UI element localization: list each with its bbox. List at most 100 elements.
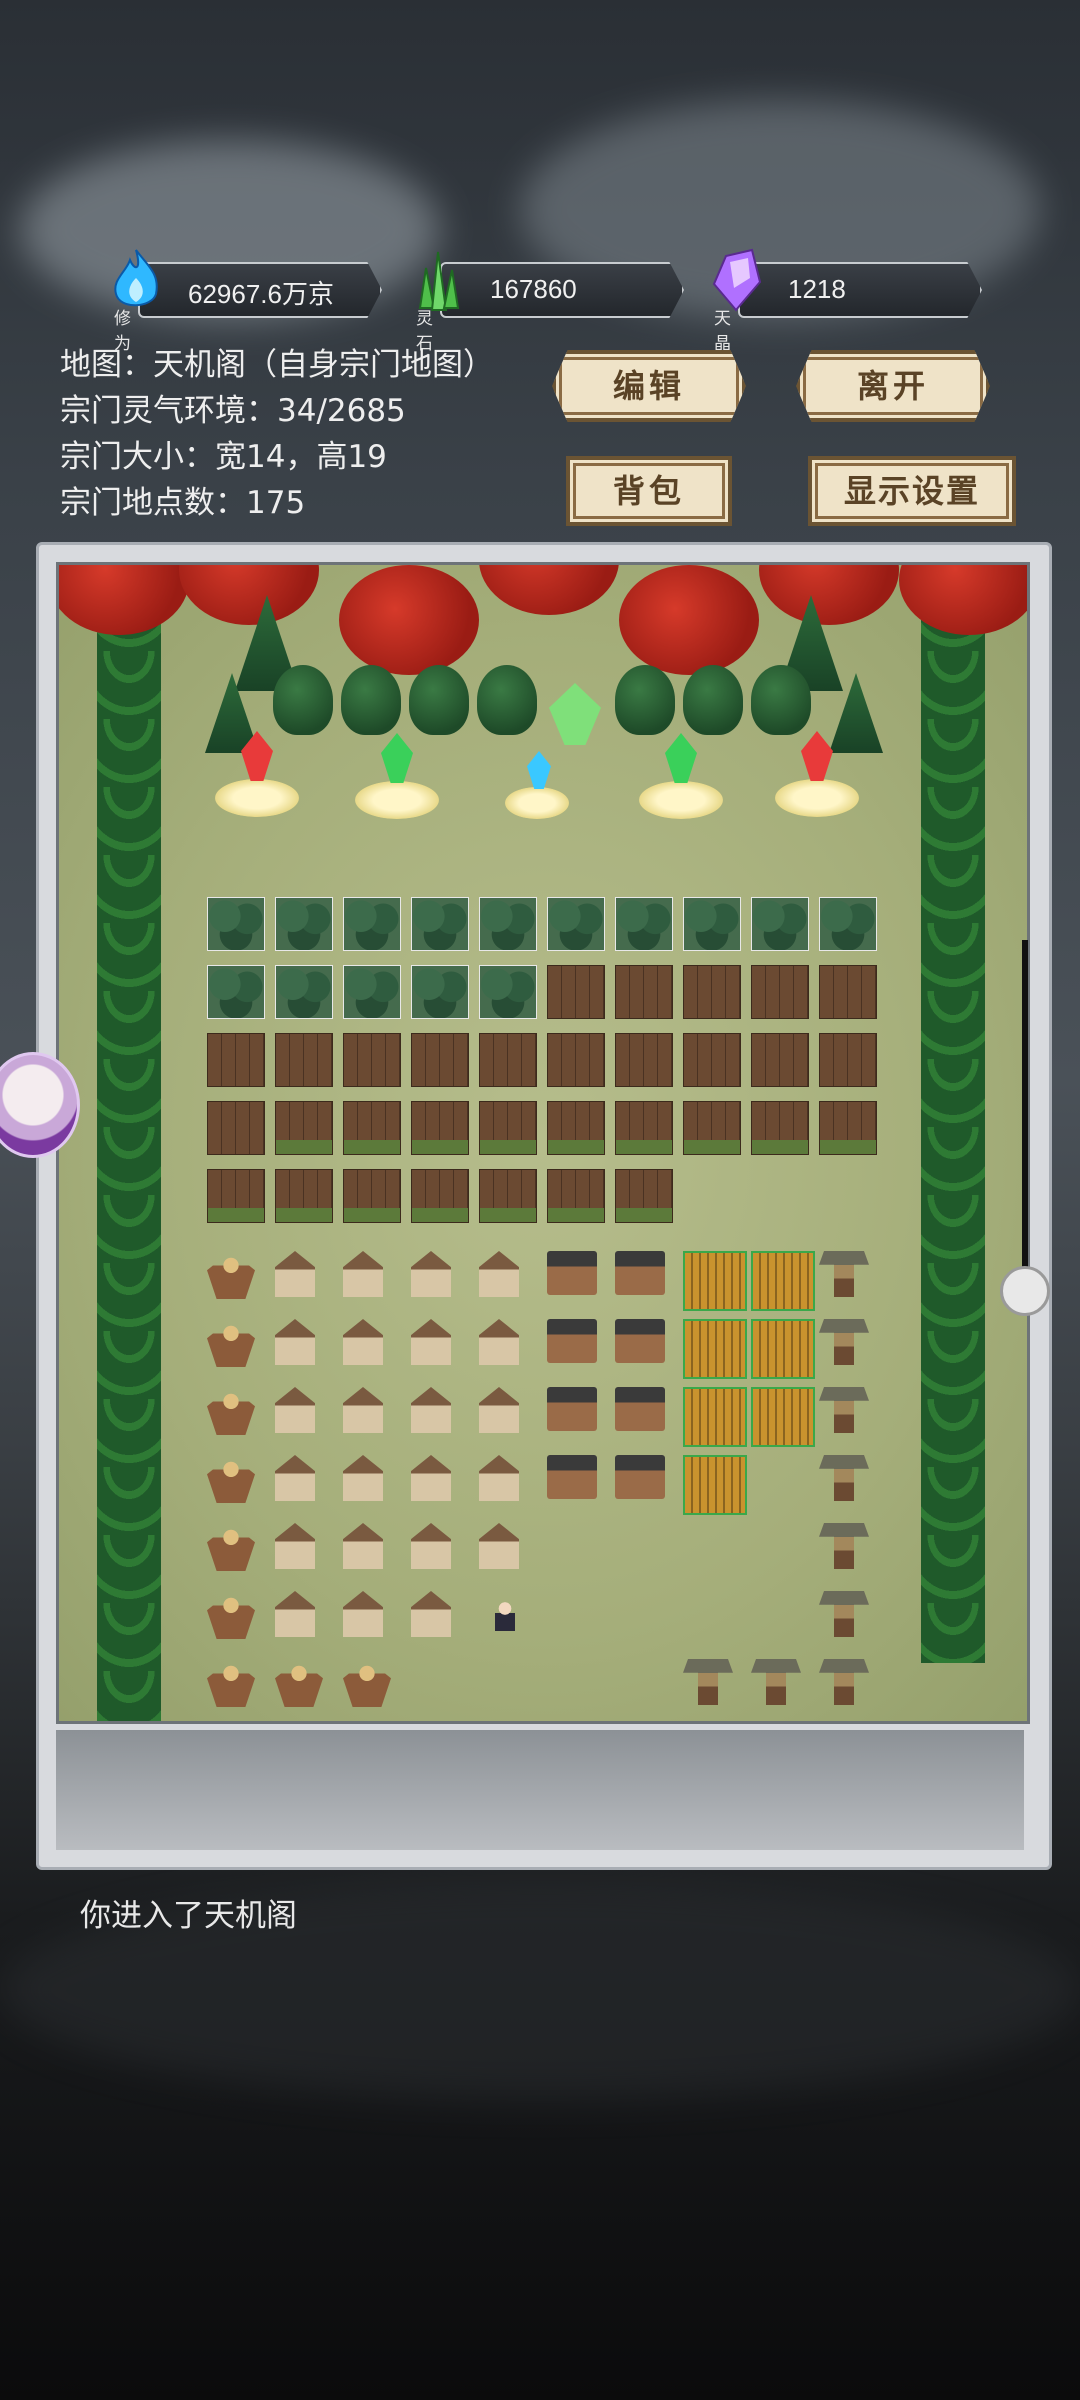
forest-plot[interactable] [343,897,401,951]
forest-plot[interactable] [683,897,741,951]
sprout-plot[interactable] [275,1101,333,1155]
sect-map[interactable] [56,562,1030,1724]
soil-plot[interactable] [547,1033,605,1087]
forest-plot[interactable] [411,965,469,1019]
house-building[interactable] [275,1523,315,1569]
shrine-building[interactable] [207,1319,255,1367]
pagoda-building[interactable] [819,1455,869,1501]
hall-building[interactable] [547,1455,597,1499]
house-building[interactable] [479,1251,519,1297]
house-building[interactable] [411,1319,451,1365]
shrine-building[interactable] [207,1251,255,1299]
forest-plot[interactable] [479,965,537,1019]
sprout-plot[interactable] [411,1101,469,1155]
soil-plot[interactable] [275,1033,333,1087]
pagoda-building[interactable] [819,1659,869,1705]
display-settings-button[interactable]: 显示设置 [808,456,1016,526]
wheat-field[interactable] [683,1387,747,1447]
forest-plot[interactable] [411,897,469,951]
shrine-building[interactable] [275,1659,323,1707]
soil-plot[interactable] [479,1033,537,1087]
forest-plot[interactable] [207,965,265,1019]
shrine-building[interactable] [207,1523,255,1571]
hall-building[interactable] [547,1319,597,1363]
house-building[interactable] [411,1523,451,1569]
wheat-field[interactable] [683,1455,747,1515]
shrine-building[interactable] [207,1591,255,1639]
soil-plot[interactable] [683,1033,741,1087]
sprout-plot[interactable] [343,1169,401,1223]
pagoda-building[interactable] [751,1659,801,1705]
soil-plot[interactable] [819,1033,877,1087]
forest-plot[interactable] [819,897,877,951]
hall-building[interactable] [547,1387,597,1431]
wheat-field[interactable] [683,1251,747,1311]
house-building[interactable] [275,1251,315,1297]
soil-plot[interactable] [683,965,741,1019]
soil-plot[interactable] [411,1033,469,1087]
disciple-figure[interactable] [495,1601,515,1631]
pagoda-building[interactable] [683,1659,733,1705]
shrine-building[interactable] [207,1455,255,1503]
pagoda-building[interactable] [819,1523,869,1569]
house-building[interactable] [275,1591,315,1637]
soil-plot[interactable] [207,1101,265,1155]
sprout-plot[interactable] [479,1169,537,1223]
sprout-plot[interactable] [751,1101,809,1155]
pagoda-building[interactable] [819,1319,869,1365]
soil-plot[interactable] [819,965,877,1019]
house-building[interactable] [411,1387,451,1433]
house-building[interactable] [343,1523,383,1569]
house-building[interactable] [343,1251,383,1297]
shrine-building[interactable] [343,1659,391,1707]
house-building[interactable] [479,1455,519,1501]
house-building[interactable] [411,1591,451,1637]
forest-plot[interactable] [547,897,605,951]
house-building[interactable] [343,1319,383,1365]
sprout-plot[interactable] [615,1101,673,1155]
sprout-plot[interactable] [819,1101,877,1155]
bag-button[interactable]: 背包 [566,456,732,526]
hall-building[interactable] [547,1251,597,1295]
sprout-plot[interactable] [683,1101,741,1155]
soil-plot[interactable] [547,965,605,1019]
zoom-slider-knob[interactable] [1000,1266,1050,1316]
hall-building[interactable] [615,1251,665,1295]
forest-plot[interactable] [275,897,333,951]
sprout-plot[interactable] [547,1169,605,1223]
wheat-field[interactable] [751,1387,815,1447]
house-building[interactable] [343,1387,383,1433]
house-building[interactable] [275,1319,315,1365]
forest-plot[interactable] [343,965,401,1019]
house-building[interactable] [479,1523,519,1569]
sprout-plot[interactable] [479,1101,537,1155]
sprout-plot[interactable] [207,1169,265,1223]
shrine-building[interactable] [207,1387,255,1435]
sprout-plot[interactable] [411,1169,469,1223]
edit-button[interactable]: 编辑 [552,350,746,422]
house-building[interactable] [343,1455,383,1501]
hall-building[interactable] [615,1455,665,1499]
forest-plot[interactable] [615,897,673,951]
wheat-field[interactable] [683,1319,747,1379]
hall-building[interactable] [615,1387,665,1431]
forest-plot[interactable] [751,897,809,951]
leave-button[interactable]: 离开 [796,350,990,422]
pagoda-building[interactable] [819,1591,869,1637]
house-building[interactable] [411,1455,451,1501]
pagoda-building[interactable] [819,1387,869,1433]
shrine-building[interactable] [207,1659,255,1707]
soil-plot[interactable] [343,1033,401,1087]
house-building[interactable] [479,1387,519,1433]
soil-plot[interactable] [207,1033,265,1087]
soil-plot[interactable] [751,1033,809,1087]
soil-plot[interactable] [615,1033,673,1087]
forest-plot[interactable] [207,897,265,951]
soil-plot[interactable] [751,965,809,1019]
forest-plot[interactable] [479,897,537,951]
sprout-plot[interactable] [343,1101,401,1155]
sprout-plot[interactable] [615,1169,673,1223]
wheat-field[interactable] [751,1251,815,1311]
hall-building[interactable] [615,1319,665,1363]
sprout-plot[interactable] [547,1101,605,1155]
